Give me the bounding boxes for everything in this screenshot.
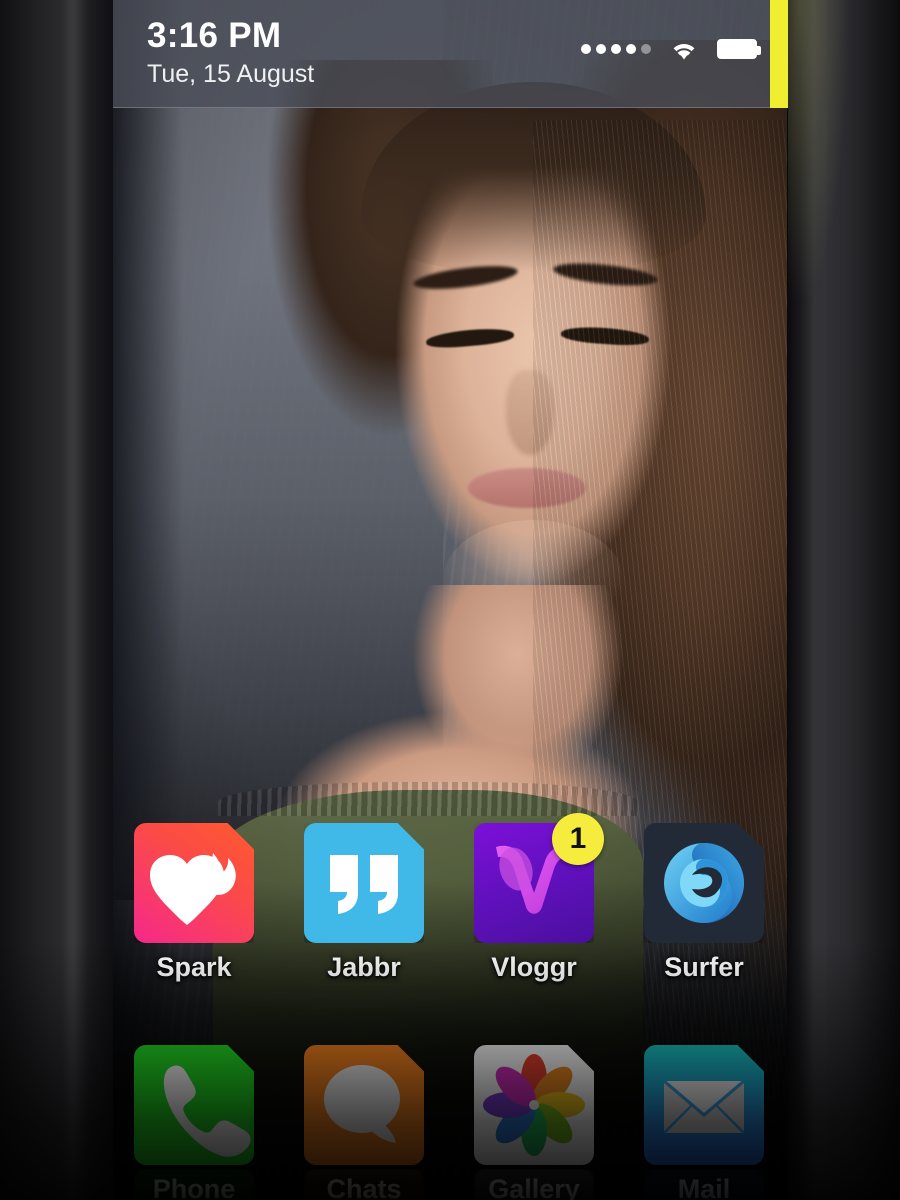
notification-badge-vloggr: 1 (552, 813, 604, 865)
bottom-shadow-overlay (0, 940, 900, 1200)
status-bar[interactable]: 3:16 PM Tue, 15 August (113, 0, 787, 108)
bezel-glow-top-right (788, 0, 848, 300)
phone-device: 3:16 PM Tue, 15 August 1 (0, 0, 900, 1200)
vloggr-icon-wrap[interactable]: 1 (474, 813, 604, 943)
jabbr-icon-wrap[interactable] (304, 823, 424, 943)
heart-flame-icon[interactable] (134, 823, 254, 943)
status-bar-date: Tue, 15 August (147, 60, 315, 88)
swirl-browser-icon[interactable] (644, 823, 764, 943)
wifi-icon (669, 38, 699, 60)
quote-marks-icon[interactable] (304, 823, 424, 943)
surfer-icon-wrap[interactable] (644, 823, 764, 943)
status-bar-accent-strip (770, 0, 788, 108)
battery-full-icon (717, 39, 761, 59)
status-bar-icons (581, 38, 761, 60)
signal-strength-icon (581, 44, 651, 54)
status-bar-time: 3:16 PM (147, 16, 282, 55)
spark-icon-wrap[interactable] (134, 823, 254, 943)
